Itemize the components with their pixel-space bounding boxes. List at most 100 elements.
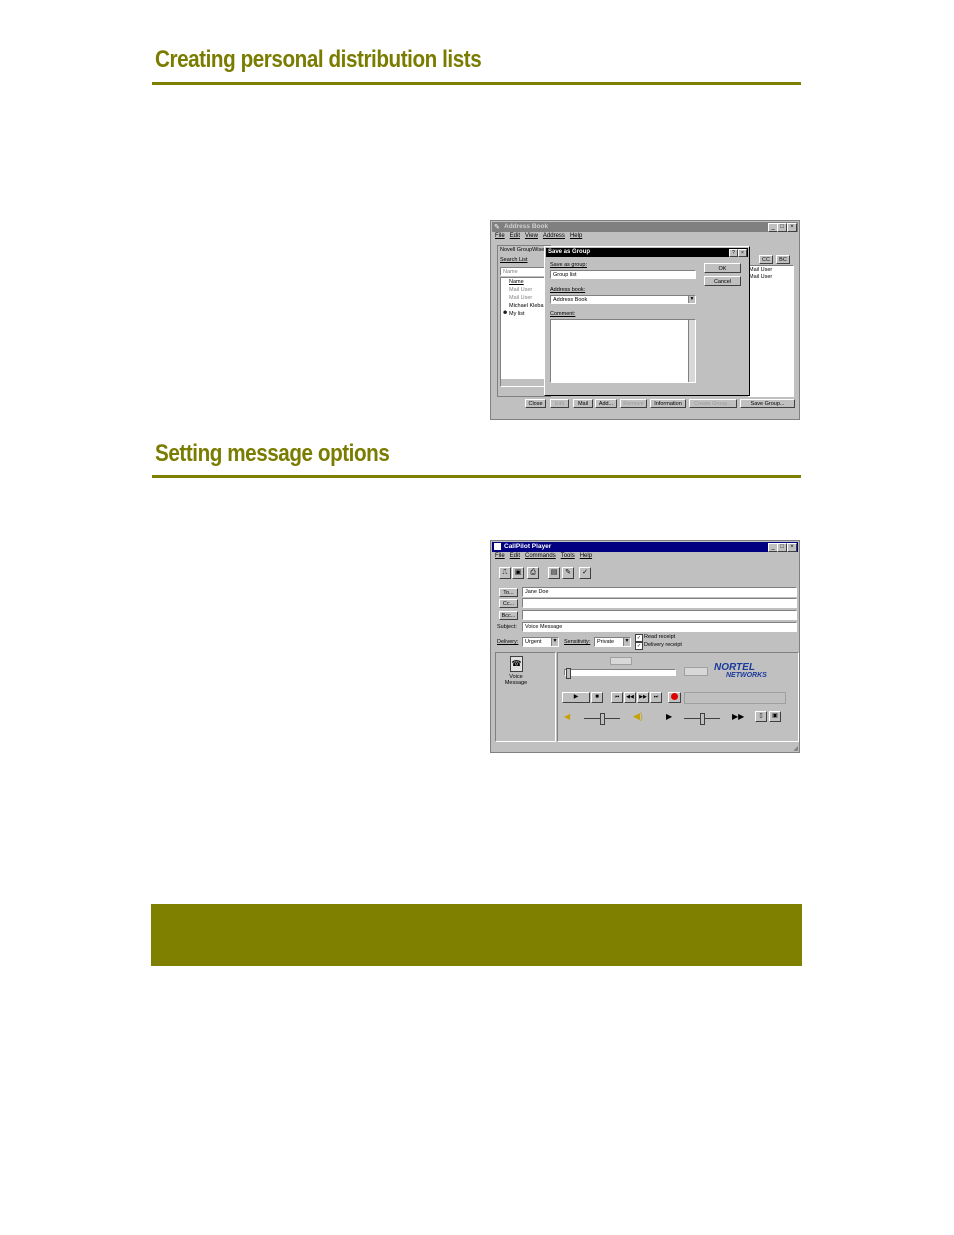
send-icon[interactable]: ⎍: [499, 567, 511, 579]
fast-forward-button[interactable]: ▶▶: [637, 692, 649, 703]
address-book-title: Address Book: [504, 223, 549, 230]
dialog-title-bar: Save as Group ? ×: [546, 248, 748, 257]
address-list[interactable]: Name Mail User Mail User Michael Kleba ☻…: [500, 277, 548, 387]
cc-button[interactable]: CC: [759, 255, 773, 264]
menu-address[interactable]: Address: [543, 233, 565, 239]
callpilot-title: CallPilot Player: [504, 543, 552, 550]
ok-button[interactable]: OK: [704, 263, 741, 273]
comment-scrollbar[interactable]: [688, 320, 695, 382]
subject-input[interactable]: Voice Message: [522, 622, 797, 632]
bc-button[interactable]: BC: [776, 255, 790, 264]
name-column-header[interactable]: Name: [509, 279, 524, 285]
list-item[interactable]: Mail User: [509, 295, 532, 301]
information-button[interactable]: Information: [650, 399, 686, 408]
bcc-input[interactable]: [522, 610, 797, 620]
to-input[interactable]: Jane Doe: [522, 587, 797, 597]
callpilot-player-window: CallPilot Player _ □ × File Edit Commands T…: [490, 540, 800, 753]
list-item[interactable]: My list: [509, 311, 525, 317]
maximize-button[interactable]: □: [777, 223, 787, 232]
read-receipt-checkbox[interactable]: ✓: [635, 634, 643, 642]
cc-button[interactable]: Cc...: [499, 599, 518, 608]
close-window-button[interactable]: ×: [787, 223, 797, 232]
save-icon[interactable]: ▣: [512, 567, 524, 579]
cc-input[interactable]: [522, 598, 797, 608]
close-window-button[interactable]: ×: [787, 543, 797, 552]
speed-thumb[interactable]: [700, 713, 705, 725]
address-book-select-value: Address Book: [553, 297, 588, 303]
sensitivity-select[interactable]: Private ▼: [594, 637, 631, 647]
help-button[interactable]: ?: [729, 249, 738, 257]
heading-rule: [152, 475, 801, 478]
recipient-list[interactable]: Mail User Mail User: [747, 265, 794, 397]
menu-edit[interactable]: Edit: [510, 233, 520, 239]
save-as-group-label: Save as group:: [550, 262, 587, 268]
record-button[interactable]: [668, 692, 681, 703]
play-button[interactable]: ▶: [562, 692, 590, 703]
list-item[interactable]: Mail User: [509, 287, 532, 293]
address-book-left-pane: Novell GroupWise Search List Name Name M…: [497, 245, 551, 397]
close-button[interactable]: Close: [525, 399, 546, 408]
skip-back-button[interactable]: ⏮: [611, 692, 623, 703]
menu-commands[interactable]: Commands: [525, 553, 556, 559]
dropdown-arrow-icon[interactable]: ▼: [688, 296, 695, 303]
position-slider[interactable]: [564, 668, 676, 679]
menu-view[interactable]: View: [525, 233, 538, 239]
time-display: [610, 657, 632, 665]
volume-thumb[interactable]: [600, 713, 605, 725]
maximize-button[interactable]: □: [777, 543, 787, 552]
voice-message-label[interactable]: Voice Message: [498, 674, 534, 686]
sensitivity-value: Private: [597, 639, 615, 645]
to-button[interactable]: To...: [499, 588, 518, 597]
options-icon[interactable]: ✓: [579, 567, 591, 579]
add-button[interactable]: Add...: [595, 399, 617, 408]
save-as-group-input[interactable]: Group list: [550, 270, 696, 279]
remove-button[interactable]: Remove: [620, 399, 647, 408]
menu-tools[interactable]: Tools: [561, 553, 575, 559]
slider-thumb[interactable]: [566, 668, 571, 679]
delivery-select[interactable]: Urgent ▼: [522, 637, 559, 647]
menu-edit[interactable]: Edit: [510, 553, 520, 559]
delivery-value: Urgent: [525, 639, 542, 645]
mail-button[interactable]: Mail: [573, 399, 593, 408]
address-book-icon[interactable]: ▤: [548, 567, 560, 579]
logo-line1: NORTEL: [714, 662, 755, 673]
list-item[interactable]: Michael Kleba: [509, 303, 544, 309]
recipient-item[interactable]: Mail User: [749, 267, 772, 273]
dropdown-arrow-icon[interactable]: ▼: [551, 638, 558, 646]
book-tab[interactable]: Novell GroupWise: [500, 247, 544, 253]
dropdown-arrow-icon[interactable]: ▼: [623, 638, 630, 646]
rewind-button[interactable]: ◀◀: [624, 692, 636, 703]
delivery-receipt-label: Delivery receipt: [644, 642, 682, 648]
cancel-button[interactable]: Cancel: [704, 276, 741, 286]
app-icon: [494, 543, 501, 550]
stop-button[interactable]: ■: [591, 692, 603, 703]
section-heading-distribution-lists: Creating personal distribution lists: [155, 46, 482, 73]
name-search-input[interactable]: Name: [500, 267, 546, 276]
skip-forward-button[interactable]: ⏭: [650, 692, 662, 703]
address-book-select[interactable]: Address Book ▼: [550, 295, 696, 304]
save-group-button[interactable]: Save Group...: [740, 399, 795, 408]
address-book-menu-bar: File Edit View Address Help: [495, 233, 587, 239]
create-group-button[interactable]: Create Group...: [689, 399, 737, 408]
computer-device-button[interactable]: ▣: [769, 711, 781, 722]
print-icon[interactable]: ⎙: [527, 567, 539, 579]
dialog-close-button[interactable]: ×: [738, 249, 747, 257]
voice-message-icon[interactable]: ☎: [510, 656, 523, 672]
sensitivity-label: Sensitivity:: [564, 639, 591, 645]
comment-textarea[interactable]: [550, 319, 696, 383]
menu-file[interactable]: File: [495, 233, 505, 239]
menu-file[interactable]: File: [495, 553, 505, 559]
edit-button[interactable]: Edit: [550, 399, 569, 408]
speed-slow-icon: ▶: [666, 712, 673, 721]
comment-label: Comment:: [550, 311, 576, 317]
recipient-item[interactable]: Mail User: [749, 274, 772, 280]
menu-help[interactable]: Help: [570, 233, 582, 239]
delivery-receipt-checkbox[interactable]: ✓: [635, 642, 643, 650]
phone-device-button[interactable]: ▯: [755, 711, 767, 722]
attach-note-icon[interactable]: ✎: [562, 567, 574, 579]
resize-grip-icon[interactable]: ◢: [793, 745, 798, 752]
bcc-button[interactable]: Bcc...: [499, 611, 518, 620]
horizontal-scrollbar[interactable]: [501, 379, 547, 386]
nortel-logo: NORTEL NETWORKS: [714, 662, 767, 680]
menu-help[interactable]: Help: [580, 553, 592, 559]
